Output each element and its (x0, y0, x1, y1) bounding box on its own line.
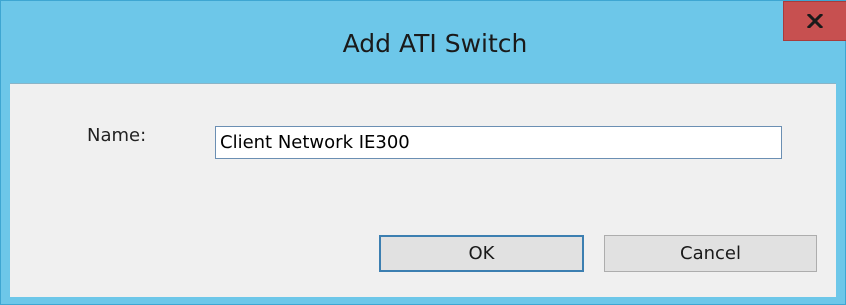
close-button[interactable] (783, 1, 846, 41)
cancel-button[interactable]: Cancel (604, 235, 817, 272)
ok-button[interactable]: OK (379, 235, 584, 272)
name-label: Name: (87, 125, 147, 146)
close-x-icon (807, 14, 823, 28)
name-input[interactable] (215, 126, 782, 159)
dialog-title: Add ATI Switch (342, 29, 528, 58)
add-ati-switch-dialog: Add ATI Switch Name: OK Cancel (0, 0, 846, 305)
dialog-body: Name: OK Cancel (10, 83, 836, 297)
title-bar[interactable]: Add ATI Switch (1, 1, 845, 83)
